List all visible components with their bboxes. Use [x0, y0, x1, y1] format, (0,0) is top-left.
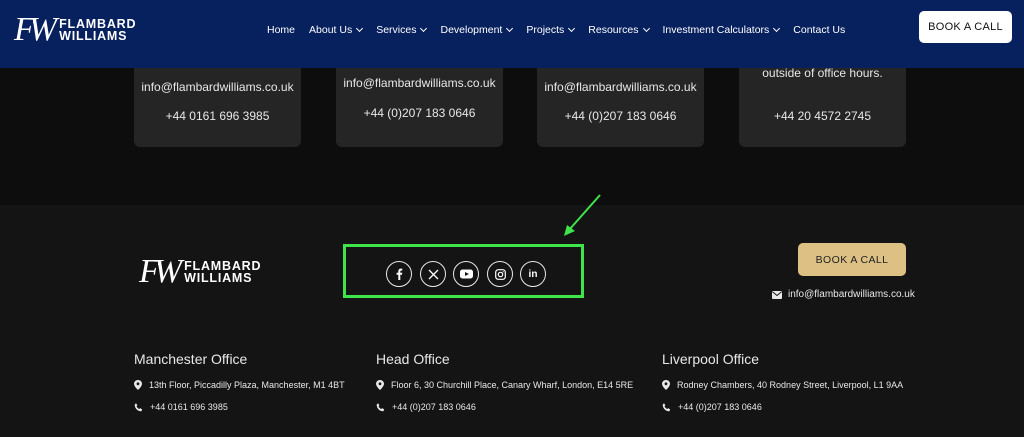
phone-icon [376, 402, 385, 411]
nav-label: Development [440, 24, 503, 36]
office-address: Rodney Chambers, 40 Rodney Street, Liver… [662, 380, 903, 390]
card-phone[interactable]: +44 (0)207 183 0646 [537, 109, 704, 123]
office-address-text: 13th Floor, Piccadilly Plaza, Manchester… [149, 380, 345, 390]
office-phone[interactable]: +44 0161 696 3985 [134, 402, 228, 412]
office-phone[interactable]: +44 (0)207 183 0646 [376, 402, 476, 412]
linkedin-icon[interactable]: in [520, 261, 546, 287]
nav-investment-calculators[interactable]: Investment Calculators [662, 24, 781, 36]
logo-wordmark: FLAMBARD WILLIAMS [59, 18, 136, 43]
office-phone-text: +44 0161 696 3985 [150, 402, 228, 412]
nav-label: Home [267, 24, 296, 36]
office-phone-text: +44 (0)207 183 0646 [392, 402, 476, 412]
phone-icon [662, 402, 671, 411]
nav-services[interactable]: Services [376, 24, 428, 36]
nav-projects[interactable]: Projects [526, 24, 576, 36]
logo-line-2: WILLIAMS [184, 271, 253, 285]
office-phone[interactable]: +44 (0)207 183 0646 [662, 402, 762, 412]
nav-label: About Us [309, 24, 353, 36]
logo-line-2: WILLIAMS [59, 29, 128, 43]
chevron-down-icon [420, 24, 428, 33]
location-pin-icon [134, 380, 142, 390]
nav-label: Investment Calculators [662, 24, 770, 36]
card-note: outside of office hours. [762, 68, 883, 80]
card-email[interactable]: info@flambardwilliams.co.uk [537, 80, 704, 94]
chevron-down-icon [642, 24, 650, 33]
site-footer: FW FLAMBARD WILLIAMS in BOOK A CALL info… [0, 194, 1024, 437]
book-a-call-button[interactable]: BOOK A CALL [919, 11, 1012, 43]
nav-development[interactable]: Development [440, 24, 514, 36]
office-address: 13th Floor, Piccadilly Plaza, Manchester… [134, 380, 345, 390]
nav-label: Services [376, 24, 417, 36]
office-title-head: Head Office [376, 351, 450, 367]
office-phone-text: +44 (0)207 183 0646 [678, 402, 762, 412]
x-icon[interactable] [420, 261, 446, 287]
nav-label: Projects [526, 24, 565, 36]
chevron-down-icon [356, 24, 364, 33]
nav-home[interactable]: Home [267, 24, 295, 36]
contact-card: outside of office hours. +44 20 4572 274… [739, 68, 906, 147]
footer-email-text: info@flambardwilliams.co.uk [788, 289, 915, 300]
phone-icon [134, 402, 143, 411]
footer-email[interactable]: info@flambardwilliams.co.uk [772, 289, 915, 300]
main-nav: Home About Us Services Development Proje… [267, 24, 859, 36]
nav-resources[interactable]: Resources [588, 24, 650, 36]
card-phone[interactable]: +44 0161 696 3985 [134, 109, 301, 123]
mail-icon [772, 290, 782, 299]
office-title-liverpool: Liverpool Office [662, 351, 760, 367]
office-address: Floor 6, 30 Churchill Place, Canary Whar… [376, 380, 633, 390]
card-phone[interactable]: +44 (0)207 183 0646 [336, 106, 503, 120]
footer-book-a-call-button[interactable]: BOOK A CALL [798, 243, 906, 276]
annotation-arrow-icon [564, 194, 601, 236]
youtube-icon[interactable] [453, 261, 479, 287]
card-email[interactable]: info@flambardwilliams.co.uk [134, 80, 301, 94]
contact-cards-section: info@flambardwilliams.co.uk +44 0161 696… [0, 68, 1024, 205]
contact-card: info@flambardwilliams.co.uk +44 0161 696… [134, 68, 301, 147]
chevron-down-icon [773, 24, 781, 33]
nav-label: Contact Us [793, 24, 846, 36]
card-email[interactable]: info@flambardwilliams.co.uk [336, 76, 503, 90]
chevron-down-icon [506, 24, 514, 33]
card-phone[interactable]: +44 20 4572 2745 [739, 109, 906, 123]
instagram-icon[interactable] [487, 261, 513, 287]
facebook-icon[interactable] [386, 261, 412, 287]
logo-mark: FW [139, 253, 182, 290]
location-pin-icon [376, 380, 384, 390]
location-pin-icon [662, 380, 670, 390]
header-logo[interactable]: FW FLAMBARD WILLIAMS [14, 13, 136, 47]
logo-wordmark: FLAMBARD WILLIAMS [184, 260, 261, 285]
logo-mark: FW [14, 11, 57, 48]
contact-card: info@flambardwilliams.co.uk +44 (0)207 1… [336, 68, 503, 147]
footer-logo[interactable]: FW FLAMBARD WILLIAMS [139, 255, 261, 289]
nav-contact-us[interactable]: Contact Us [793, 24, 845, 36]
contact-card: info@flambardwilliams.co.uk +44 (0)207 1… [537, 68, 704, 147]
office-address-text: Rodney Chambers, 40 Rodney Street, Liver… [677, 380, 904, 390]
nav-about-us[interactable]: About Us [309, 24, 364, 36]
nav-label: Resources [588, 24, 639, 36]
chevron-down-icon [568, 24, 576, 33]
office-address-text: Floor 6, 30 Churchill Place, Canary Whar… [391, 380, 634, 390]
site-header: FW FLAMBARD WILLIAMS Home About Us Servi… [0, 0, 1024, 68]
office-title-manchester: Manchester Office [134, 351, 248, 367]
